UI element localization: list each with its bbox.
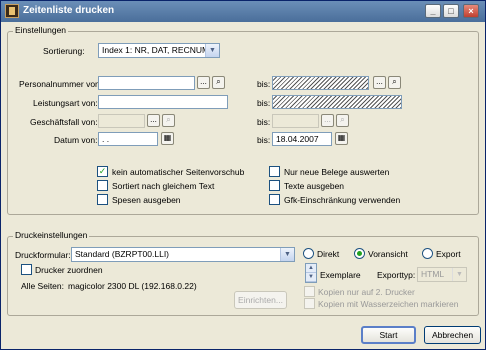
personalnummer-bis-browse-button[interactable]: ... [373, 76, 386, 89]
calendar-icon[interactable]: ▦ [161, 132, 174, 145]
neue-belege-label: Nur neue Belege auswerten [284, 167, 390, 177]
sortiert-text-checkbox[interactable] [97, 180, 108, 191]
app-icon [5, 4, 19, 18]
exporttyp-label: Exporttyp: [377, 270, 416, 280]
leistungsart-bis-input[interactable] [272, 95, 402, 109]
spin-up-icon[interactable]: ▲ [306, 264, 316, 273]
start-button[interactable]: Start [361, 326, 416, 344]
maximize-button[interactable]: □ [443, 4, 459, 18]
seitenvorschub-checkbox[interactable]: ✓ [97, 166, 108, 177]
leistungsart-label: Leistungsart von: [33, 98, 98, 108]
texte-ausgeben-label: Texte ausgeben [284, 181, 345, 191]
druckeinstellungen-group-label: Druckeinstellungen [13, 230, 90, 240]
chevron-down-icon[interactable]: ▼ [452, 268, 466, 281]
exporttyp-select[interactable]: HTML ▼ [417, 267, 467, 282]
bis-label: bis: [257, 135, 271, 145]
datum-bis-input[interactable]: 18.04.2007 [272, 132, 332, 146]
alle-seiten-value: magicolor 2300 DL (192.168.0.22) [68, 281, 197, 291]
sortiert-text-label: Sortiert nach gleichem Text [112, 181, 215, 191]
window-title: Zeitenliste drucken [23, 5, 115, 16]
datum-label: Datum von: [54, 135, 98, 145]
personalnummer-bis-search-icon[interactable]: ⌕ [388, 76, 401, 89]
close-button[interactable]: × [463, 4, 479, 18]
geschaeftsfall-bis-input[interactable] [272, 114, 319, 128]
chevron-down-icon[interactable]: ▼ [205, 44, 219, 57]
spin-down-icon[interactable]: ▼ [306, 273, 316, 282]
personalnummer-von-input[interactable] [98, 76, 195, 90]
leistungsart-von-input[interactable] [98, 95, 228, 109]
exemplare-label: Exemplare [320, 270, 361, 280]
spesen-label: Spesen ausgeben [112, 195, 181, 205]
personalnummer-label: Personalnummer von: [19, 79, 103, 89]
kopien-2-drucker-checkbox[interactable] [304, 286, 315, 297]
kopien-wasserzeichen-label: Kopien mit Wasserzeichen markieren [318, 299, 459, 309]
spesen-checkbox[interactable] [97, 194, 108, 205]
voransicht-label: Voransicht [368, 249, 408, 259]
geschaeftsfall-bis-search-icon[interactable]: ⌕ [336, 114, 349, 127]
abbrechen-button[interactable]: Abbrechen [424, 326, 481, 344]
einrichten-button[interactable]: Einrichten... [234, 291, 287, 309]
bis-label: bis: [257, 98, 271, 108]
datum-von-input[interactable]: . . [98, 132, 158, 146]
export-radio[interactable] [422, 248, 433, 259]
sortierung-value: Index 1: NR, DAT, RECNUM [102, 45, 210, 55]
druckformular-select[interactable]: Standard (BZRPT00.LLI) ▼ [71, 247, 295, 262]
neue-belege-checkbox[interactable] [269, 166, 280, 177]
calendar-icon[interactable]: ▦ [335, 132, 348, 145]
dialog-window: Zeitenliste drucken _ □ × Einstellungen … [0, 0, 486, 350]
direkt-radio[interactable] [303, 248, 314, 259]
kopien-wasserzeichen-checkbox[interactable] [304, 298, 315, 309]
geschaeftsfall-bis-browse-button[interactable]: ... [321, 114, 334, 127]
exporttyp-value: HTML [421, 269, 445, 279]
personalnummer-von-search-icon[interactable]: ⌕ [212, 76, 225, 89]
geschaeftsfall-von-browse-button[interactable]: ... [147, 114, 160, 127]
bis-label: bis: [257, 117, 271, 127]
bis-label: bis: [257, 79, 271, 89]
personalnummer-bis-input[interactable] [272, 76, 369, 90]
export-label: Export [436, 249, 461, 259]
sortierung-select[interactable]: Index 1: NR, DAT, RECNUM ▼ [98, 43, 220, 58]
drucker-zuordnen-checkbox[interactable] [21, 264, 32, 275]
gfk-checkbox[interactable] [269, 194, 280, 205]
title-bar[interactable]: Zeitenliste drucken _ □ × [1, 1, 485, 22]
geschaeftsfall-von-input[interactable] [98, 114, 145, 128]
minimize-button[interactable]: _ [425, 4, 441, 18]
chevron-down-icon[interactable]: ▼ [280, 248, 294, 261]
personalnummer-von-browse-button[interactable]: ... [197, 76, 210, 89]
einstellungen-group-label: Einstellungen [13, 25, 69, 35]
kopien-2-drucker-label: Kopien nur auf 2. Drucker [318, 287, 415, 297]
exemplare-spinner[interactable]: ▲ ▼ [305, 263, 317, 283]
druckformular-value: Standard (BZRPT00.LLI) [75, 249, 170, 259]
voransicht-radio[interactable] [354, 248, 365, 259]
druckformular-label: Druckformular: [15, 250, 71, 260]
seitenvorschub-label: kein automatischer Seitenvorschub [112, 167, 245, 177]
texte-ausgeben-checkbox[interactable] [269, 180, 280, 191]
geschaeftsfall-von-search-icon[interactable]: ⌕ [162, 114, 175, 127]
sortierung-label: Sortierung: [43, 46, 85, 56]
gfk-label: Gfk-Einschränkung verwenden [284, 195, 401, 205]
drucker-zuordnen-label: Drucker zuordnen [35, 265, 103, 275]
geschaeftsfall-label: Geschäftsfall von: [30, 117, 98, 127]
alle-seiten-label: Alle Seiten: [21, 281, 64, 291]
direkt-label: Direkt [317, 249, 340, 259]
